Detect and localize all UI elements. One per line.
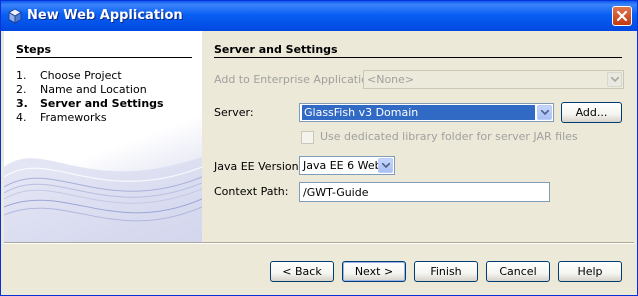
step-item: 4. Frameworks <box>16 111 107 124</box>
steps-panel: Steps 1. Choose Project 2. Name and Locati… <box>4 31 202 242</box>
chevron-down-icon <box>607 72 622 87</box>
step-item: 2. Name and Location <box>16 83 147 96</box>
step-label: Name and Location <box>40 83 147 96</box>
window-title: New Web Application <box>27 8 183 23</box>
step-item-current: 3. Server and Settings <box>16 97 164 110</box>
help-button[interactable]: Help <box>558 261 622 282</box>
step-label: Frameworks <box>40 111 107 124</box>
footer-divider-highlight <box>4 243 634 244</box>
back-button[interactable]: < Back <box>270 261 334 282</box>
section-heading: Server and Settings <box>214 43 338 56</box>
context-path-input[interactable]: /GWT-Guide <box>299 182 550 202</box>
javaee-version-select[interactable]: Java EE 6 Web <box>299 156 395 175</box>
steps-heading: Steps <box>16 43 52 56</box>
server-label: Server: <box>214 106 254 119</box>
title-bar[interactable]: New Web Application <box>1 1 637 31</box>
javaee-version-label: Java EE Version: <box>214 160 303 173</box>
close-icon <box>616 10 628 22</box>
step-label: Choose Project <box>40 69 122 82</box>
settings-panel: Server and Settings Add to Enterprise Ap… <box>202 31 634 242</box>
javaee-version-value: Java EE 6 Web <box>303 159 382 172</box>
step-number: 4. <box>16 111 27 124</box>
step-label: Server and Settings <box>40 97 164 110</box>
server-value: GlassFish v3 Domain <box>302 105 535 120</box>
steps-divider <box>16 57 192 58</box>
netbeans-cube-icon <box>7 8 23 24</box>
enterprise-app-value: <None> <box>367 73 415 86</box>
step-number: 1. <box>16 69 27 82</box>
chevron-down-icon <box>537 105 552 120</box>
step-item: 1. Choose Project <box>16 69 122 82</box>
context-path-value: /GWT-Guide <box>303 186 369 199</box>
add-server-button[interactable]: Add... <box>561 102 622 123</box>
cancel-button[interactable]: Cancel <box>486 261 550 282</box>
enterprise-app-select[interactable]: <None> <box>363 70 624 89</box>
new-web-application-dialog: New Web Application Steps 1. Choose Proje… <box>0 0 638 296</box>
decorative-waves-graphic <box>4 157 202 242</box>
next-button[interactable]: Next > <box>342 261 406 282</box>
context-path-label: Context Path: <box>214 185 289 198</box>
chevron-down-icon <box>378 158 393 173</box>
finish-button[interactable]: Finish <box>414 261 478 282</box>
step-number: 2. <box>16 83 27 96</box>
dedicated-library-label: Use dedicated library folder for server … <box>320 130 578 143</box>
close-button[interactable] <box>612 6 632 26</box>
dedicated-library-checkbox[interactable] <box>301 131 314 144</box>
dialog-content: Steps 1. Choose Project 2. Name and Locati… <box>4 31 634 291</box>
server-select[interactable]: GlassFish v3 Domain <box>299 103 554 122</box>
step-number: 3. <box>16 97 28 110</box>
enterprise-app-label: Add to Enterprise Application: <box>214 73 379 86</box>
section-divider <box>214 57 622 58</box>
